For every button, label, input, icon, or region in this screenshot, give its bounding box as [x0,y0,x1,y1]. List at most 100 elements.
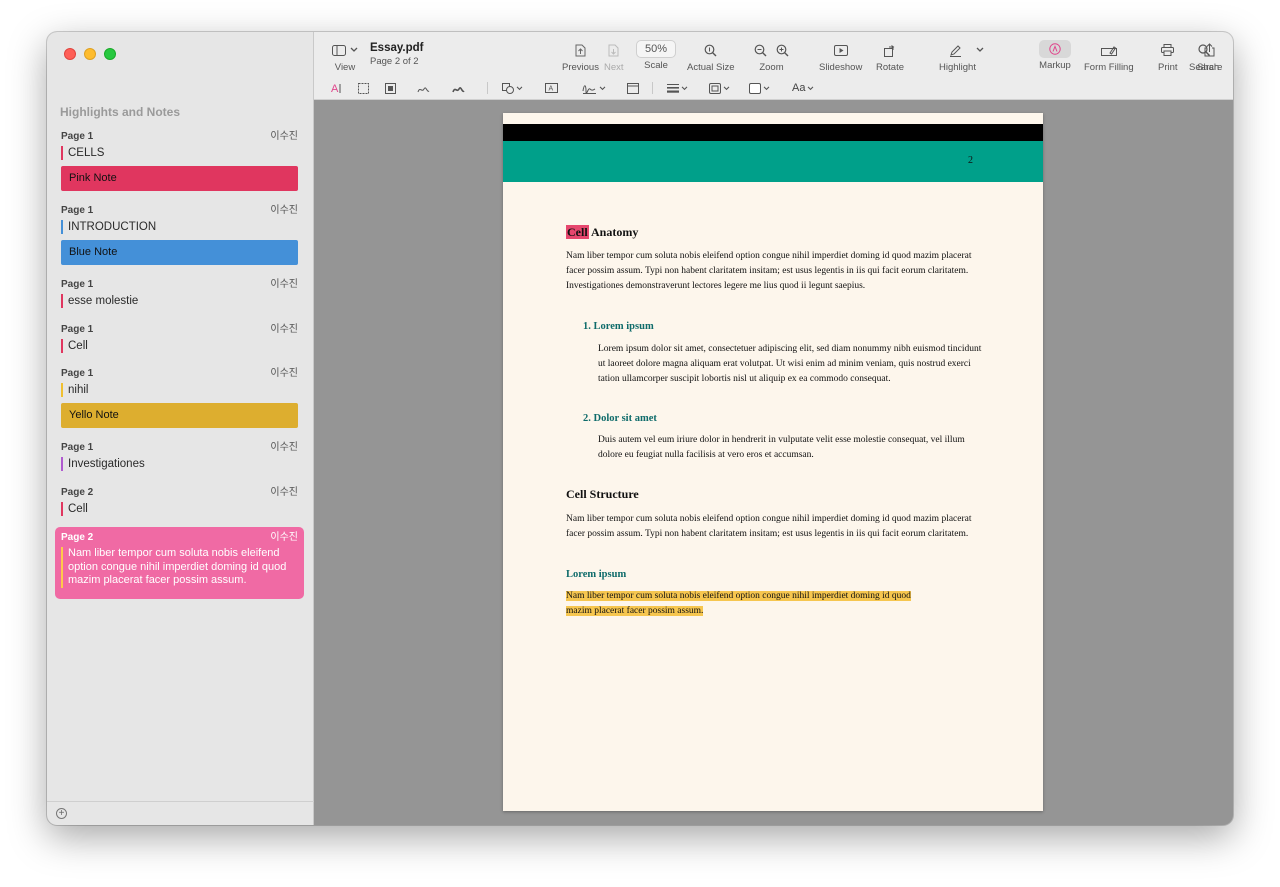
section-heading-structure: Cell Structure [566,487,639,501]
zoom-control[interactable]: Zoom [754,40,789,73]
note-item[interactable]: Page 1 이수진 Investigationes [55,437,304,482]
instant-alpha-tool[interactable] [385,81,396,95]
text-box-icon: A [545,83,558,93]
previous-label: Previous [562,62,599,73]
window-controls [64,48,116,60]
sidebar-icon [332,44,346,56]
instant-alpha-icon [385,82,396,94]
note-box[interactable]: Pink Note [61,166,298,191]
paragraph: Duis autem vel eum iriure dolor in hendr… [598,435,965,460]
printer-icon [1161,44,1175,56]
document-name: Essay.pdf [370,42,424,54]
note-item-selected[interactable]: Page 2 이수진 Nam liber tempor cum soluta no… [55,527,304,599]
note-item[interactable]: Page 1 이수진 nihil Yello Note [55,363,304,437]
next-label: Next [604,62,624,73]
rect-selection-tool[interactable] [358,81,369,95]
text-selection-tool[interactable]: A [331,81,343,95]
page-up-icon [575,44,586,56]
paragraph: Lorem ipsum dolor sit amet, consectetuer… [598,344,982,384]
highlight-button[interactable]: Highlight [939,40,994,73]
note-box[interactable]: Blue Note [61,240,298,265]
page-indicator: Page 2 of 2 [370,56,419,67]
scale-value[interactable]: 50% [636,40,676,58]
chevron-down-icon [723,85,730,90]
svg-text:A: A [331,83,339,94]
zoom-out-icon[interactable] [754,44,767,57]
chevron-down-icon [763,85,770,90]
next-button[interactable]: Next [604,40,624,73]
search-label: Search [1189,62,1220,73]
scale-control[interactable]: 50% Scale [636,40,676,71]
note-item[interactable]: Page 1 이수진 Cell [55,319,304,363]
close-button[interactable] [64,48,76,60]
note-box[interactable]: Yello Note [61,403,298,428]
header-teal-band [503,141,1043,182]
print-label: Print [1158,62,1178,73]
note-item[interactable]: Page 1 이수진 esse molestie [55,274,304,319]
minimize-button[interactable] [84,48,96,60]
svg-text:A: A [549,86,554,93]
shape-style-tool[interactable] [667,81,688,95]
markup-button[interactable]: Markup [1039,40,1071,71]
sign-tool[interactable] [582,81,606,95]
chevron-down-icon[interactable] [976,47,984,53]
note-text: Cell [61,502,298,516]
note-tool[interactable] [627,81,639,95]
note-author: 이수진 [270,205,298,216]
highlight-line[interactable]: Nam liber tempor cum soluta nobis eleife… [566,591,911,601]
chevron-down-icon [681,85,688,90]
search-icon [1198,44,1211,56]
shapes-icon [502,82,514,94]
chevron-down-icon [350,47,358,52]
rotate-button[interactable]: Rotate [876,40,904,73]
draw-tool[interactable] [452,81,465,95]
print-button[interactable]: Print [1158,40,1178,73]
note-item[interactable]: Page 2 이수진 Cell [55,482,304,527]
note-page: Page 2 [61,532,94,543]
note-page: Page 2 [61,487,94,498]
signature-icon [582,84,596,94]
rotate-label: Rotate [876,62,904,73]
page-number: 2 [968,155,973,166]
form-field-icon [1100,45,1117,56]
slideshow-button[interactable]: Slideshow [819,40,862,73]
note-author: 이수진 [270,131,298,142]
fill-color-tool[interactable] [749,81,770,95]
zoom-label: Zoom [759,62,784,73]
actual-size-button[interactable]: Actual Size [687,40,735,73]
section-heading-anatomy[interactable]: Cell Anatomy [566,225,638,240]
note-author: 이수진 [270,532,298,543]
highlighted-paragraph[interactable]: Nam liber tempor cum soluta nobis eleife… [566,589,1006,619]
chevron-down-icon [599,85,606,90]
text-box-tool[interactable]: A [545,81,558,95]
add-circle-icon[interactable]: + [56,808,67,819]
border-color-tool[interactable] [709,81,730,95]
zoom-in-icon[interactable] [776,44,789,57]
zoom-button[interactable] [104,48,116,60]
note-author: 이수진 [270,487,298,498]
sidebar-title: Highlights and Notes [60,105,180,119]
sketch-tool[interactable] [417,81,430,95]
shapes-tool[interactable] [502,81,523,95]
text-style-tool[interactable]: Aa [792,81,814,95]
note-page: Page 1 [61,131,94,142]
previous-button[interactable]: Previous [562,40,599,73]
note-author: 이수진 [270,279,298,290]
markup-label: Markup [1039,60,1071,71]
highlighted-word[interactable]: Cell [566,225,589,239]
note-author: 이수진 [270,368,298,379]
view-button[interactable]: View [332,40,358,73]
highlight-line[interactable]: mazim placerat facer possim assum. [566,606,704,616]
note-item[interactable]: Page 1 이수진 INTRODUCTION Blue Note [55,200,304,274]
list-item-title: 1. Lorem ipsum [583,321,654,332]
note-page: Page 1 [61,442,94,453]
note-page: Page 1 [61,368,94,379]
chevron-down-icon [808,85,814,90]
search-button[interactable]: Search [1189,40,1219,73]
note-page: Page 1 [61,205,94,216]
note-page: Page 1 [61,279,94,290]
form-filling-button[interactable]: Form Filling [1084,40,1134,73]
page-down-icon [608,44,619,56]
highlighter-icon [949,44,961,57]
note-item[interactable]: Page 1 이수진 CELLS Pink Note [55,126,304,200]
